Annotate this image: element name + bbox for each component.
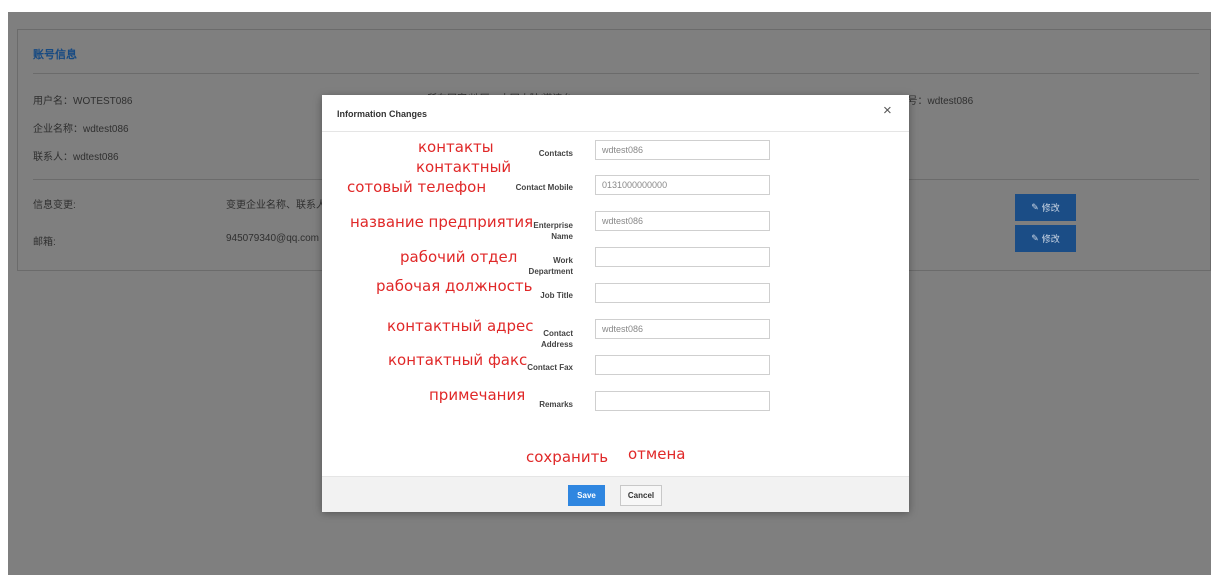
contact-fax-input[interactable] bbox=[595, 355, 770, 375]
remarks-input[interactable] bbox=[595, 391, 770, 411]
label-work-department: Work Department bbox=[528, 256, 573, 276]
label-job-title: Job Title bbox=[540, 291, 573, 300]
edit-icon: ✎ bbox=[1031, 233, 1039, 243]
contact-mobile-input[interactable] bbox=[595, 175, 770, 195]
annotation-job-title: рабочая должность bbox=[376, 277, 533, 295]
label-remarks: Remarks bbox=[539, 400, 573, 409]
email-value: 945079340@qq.com bbox=[226, 233, 319, 244]
annotation-contact-mobile: сотовый телефон bbox=[347, 178, 487, 196]
edit-icon: ✎ bbox=[1031, 202, 1039, 212]
job-title-input[interactable] bbox=[595, 283, 770, 303]
company-name-text: 企业名称：wdtest086 bbox=[33, 124, 129, 135]
annotation-cancel: отмена bbox=[628, 445, 686, 463]
card-title: 账号信息 bbox=[33, 49, 77, 61]
label-contacts: Contacts bbox=[538, 149, 573, 158]
information-changes-modal: Information Changes × контакты Contacts … bbox=[322, 95, 909, 512]
annotation-enterprise-name: название предприятия bbox=[350, 213, 534, 231]
annotation-contact-fax: контактный факс bbox=[388, 351, 528, 369]
contact-person-text: 联系人：wdtest086 bbox=[33, 152, 119, 163]
contacts-input[interactable] bbox=[595, 140, 770, 160]
work-department-input[interactable] bbox=[595, 247, 770, 267]
email-label: 邮箱: bbox=[33, 237, 56, 248]
modal-title: Information Changes bbox=[337, 109, 428, 119]
annotation-contact-address: контактный адрес bbox=[387, 317, 534, 335]
edit-info-button-label: 修改 bbox=[1041, 203, 1060, 213]
save-button[interactable]: Save bbox=[568, 485, 605, 506]
close-icon[interactable]: × bbox=[883, 103, 892, 118]
annotation-save: сохранить bbox=[526, 448, 609, 466]
modal-footer: Save Cancel bbox=[322, 476, 909, 512]
label-contact-fax: Contact Fax bbox=[527, 363, 573, 372]
annotation-contacts: контакты bbox=[418, 138, 494, 156]
contact-address-input[interactable] bbox=[595, 319, 770, 339]
annotation-remarks: примечания bbox=[429, 386, 526, 404]
annotation-work-department: рабочий отдел bbox=[400, 248, 518, 266]
info-change-value: 变更企业名称、联系人、 bbox=[226, 200, 336, 211]
label-contact-address: Contact Address bbox=[540, 329, 573, 349]
enterprise-name-input[interactable] bbox=[595, 211, 770, 231]
cancel-button[interactable]: Cancel bbox=[620, 485, 662, 506]
card-title-divider bbox=[33, 73, 1199, 74]
edit-email-button[interactable]: ✎ 修改 bbox=[1015, 225, 1076, 252]
username-text: 用户名：WOTEST086 bbox=[33, 96, 133, 107]
label-contact-mobile: Contact Mobile bbox=[515, 183, 573, 192]
label-enterprise-name: Enterprise Name bbox=[533, 221, 573, 241]
edit-info-button[interactable]: ✎ 修改 bbox=[1015, 194, 1076, 221]
info-change-label: 信息变更: bbox=[33, 200, 76, 211]
edit-email-button-label: 修改 bbox=[1041, 234, 1060, 244]
annotation-contact: контактный bbox=[416, 158, 512, 176]
modal-header-divider bbox=[322, 131, 909, 132]
